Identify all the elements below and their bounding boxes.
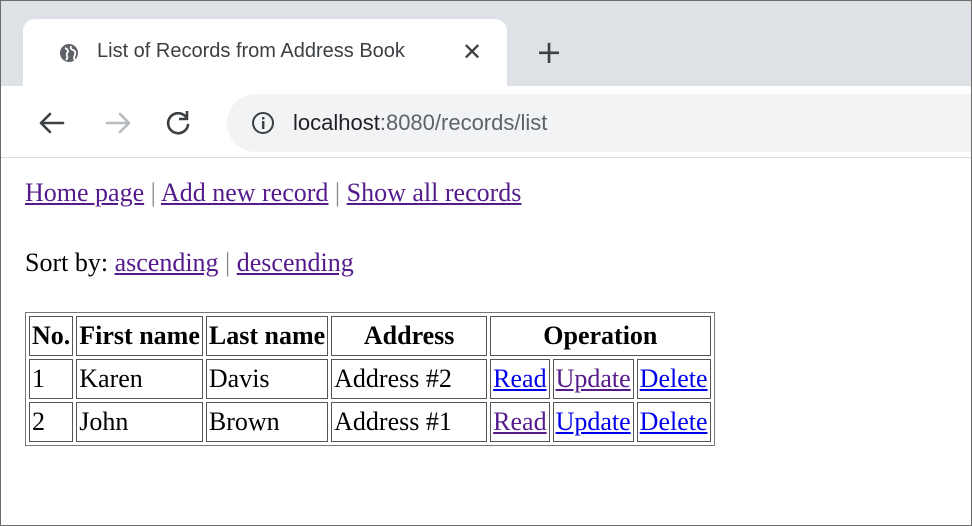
url-path: :8080/records/list bbox=[379, 110, 548, 135]
browser-toolbar: localhost:8080/records/list bbox=[1, 86, 971, 158]
cell-address: Address #1 bbox=[331, 402, 488, 442]
separator: | bbox=[150, 178, 156, 207]
tab-strip: List of Records from Address Book ✕ + bbox=[1, 1, 971, 86]
separator: | bbox=[334, 178, 341, 207]
globe-icon bbox=[60, 44, 78, 62]
read-link[interactable]: Read bbox=[493, 407, 546, 436]
sort-descending-link[interactable]: descending bbox=[237, 248, 354, 277]
reload-icon[interactable] bbox=[163, 108, 193, 138]
update-link[interactable]: Update bbox=[556, 407, 631, 436]
header-first-name: First name bbox=[76, 316, 203, 356]
cell-first-name: Karen bbox=[76, 359, 203, 399]
url-text[interactable]: localhost:8080/records/list bbox=[293, 109, 547, 137]
back-arrow-icon[interactable] bbox=[37, 108, 67, 138]
sort-label: Sort by: bbox=[25, 248, 109, 277]
add-new-record-link[interactable]: Add new record bbox=[161, 178, 329, 207]
home-page-link[interactable]: Home page bbox=[25, 178, 144, 207]
sort-options: Sort by: ascending | descending bbox=[25, 248, 354, 278]
new-tab-button[interactable]: + bbox=[534, 36, 564, 68]
show-all-records-link[interactable]: Show all records bbox=[347, 178, 522, 207]
header-last-name: Last name bbox=[205, 316, 329, 356]
header-operation: Operation bbox=[490, 316, 711, 356]
browser-window: List of Records from Address Book ✕ + lo… bbox=[0, 0, 972, 526]
nav-links: Home page | Add new record | Show all re… bbox=[25, 178, 521, 208]
read-link[interactable]: Read bbox=[493, 364, 546, 393]
cell-delete: Delete bbox=[636, 402, 711, 442]
tab-title: List of Records from Address Book bbox=[97, 40, 405, 62]
records-table: No. First name Last name Address Operati… bbox=[25, 312, 715, 446]
sort-ascending-link[interactable]: ascending bbox=[115, 248, 219, 277]
close-icon[interactable]: ✕ bbox=[459, 39, 485, 65]
delete-link[interactable]: Delete bbox=[640, 407, 708, 436]
table-row: 1 Karen Davis Address #2 Read Update Del… bbox=[29, 359, 711, 399]
cell-update: Update bbox=[552, 359, 634, 399]
forward-arrow-icon[interactable] bbox=[103, 108, 133, 138]
delete-link[interactable]: Delete bbox=[640, 364, 708, 393]
cell-read: Read bbox=[490, 359, 550, 399]
cell-update: Update bbox=[552, 402, 634, 442]
page-content: Home page | Add new record | Show all re… bbox=[1, 158, 971, 525]
info-icon[interactable] bbox=[251, 111, 275, 135]
url-host: localhost bbox=[293, 110, 380, 135]
tab-active[interactable]: List of Records from Address Book ✕ bbox=[23, 19, 507, 86]
cell-no: 1 bbox=[29, 359, 74, 399]
cell-first-name: John bbox=[76, 402, 203, 442]
header-no: No. bbox=[29, 316, 74, 356]
cell-delete: Delete bbox=[636, 359, 711, 399]
separator: | bbox=[225, 248, 231, 277]
table-header-row: No. First name Last name Address Operati… bbox=[29, 316, 711, 356]
update-link[interactable]: Update bbox=[556, 364, 631, 393]
table-row: 2 John Brown Address #1 Read Update Dele… bbox=[29, 402, 711, 442]
cell-last-name: Brown bbox=[205, 402, 329, 442]
cell-last-name: Davis bbox=[205, 359, 329, 399]
header-address: Address bbox=[331, 316, 488, 356]
cell-no: 2 bbox=[29, 402, 74, 442]
address-bar[interactable]: localhost:8080/records/list bbox=[227, 94, 971, 152]
cell-read: Read bbox=[490, 402, 550, 442]
cell-address: Address #2 bbox=[331, 359, 488, 399]
